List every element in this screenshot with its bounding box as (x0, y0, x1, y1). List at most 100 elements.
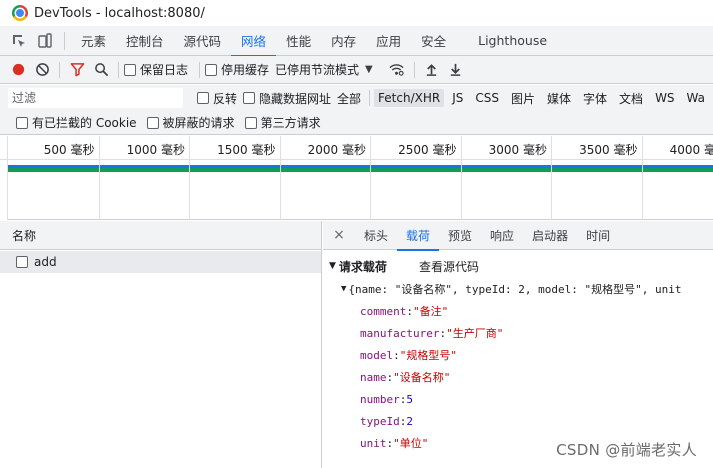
tab-4[interactable]: 性能 (276, 26, 321, 56)
payload-section-header[interactable]: ▼ 请求载荷 查看源代码 (323, 254, 713, 278)
payload-property[interactable]: typeId: 2 (323, 410, 713, 432)
property-key: model (360, 348, 394, 362)
detail-tabbar: × 标头 载荷 预览 响应 启动器 时间 (323, 221, 713, 251)
name-column-label: 名称 (12, 228, 37, 243)
network-conditions-icon[interactable] (385, 58, 409, 82)
timeline-gridline (279, 136, 281, 220)
triangle-down-icon[interactable]: ▼ (341, 284, 346, 294)
export-har-icon[interactable] (444, 58, 468, 82)
filter-type-1[interactable]: JS (448, 89, 467, 107)
tab-1[interactable]: 控制台 (116, 26, 174, 56)
filter-type-6[interactable]: 文档 (615, 88, 647, 109)
timeline-tick-label: 2500 毫秒 (398, 143, 457, 157)
toolbar-separator (199, 61, 201, 78)
import-har-icon[interactable] (420, 58, 444, 82)
triangle-down-icon[interactable]: ▼ (329, 261, 336, 271)
detail-tab-2[interactable]: 预览 (439, 221, 481, 250)
close-icon[interactable]: × (329, 227, 349, 243)
third-party-checkbox[interactable]: 第三方请求 (244, 114, 321, 131)
timeline-tick-label: 3500 毫秒 (579, 143, 638, 157)
request-detail-pane: × 标头 载荷 预览 响应 启动器 时间 ▼ 请求载荷 查看源代码 ▼ {name: "设… (323, 221, 713, 468)
payload-property[interactable]: manufacturer: "生产厂商" (323, 322, 713, 344)
property-key: manufacturer (360, 326, 440, 340)
property-colon: : (386, 436, 394, 450)
property-key: number (360, 392, 400, 406)
checkbox-box[interactable] (124, 63, 136, 76)
filter-type-0[interactable]: Fetch/XHR (374, 89, 445, 107)
timeline-tick-label: 2000 毫秒 (307, 143, 366, 157)
filter-type-7[interactable]: WS (651, 89, 678, 107)
request-row[interactable]: add (0, 251, 321, 273)
payload-object-summary[interactable]: ▼ {name: "设备名称", typeId: 2, model: "规格型号… (323, 278, 713, 300)
payload-property[interactable]: number: 5 (323, 388, 713, 410)
inspect-element-icon[interactable] (6, 26, 32, 56)
chrome-logo-icon (12, 5, 28, 21)
tab-0[interactable]: 元素 (71, 26, 116, 56)
checkbox-box[interactable] (244, 116, 257, 129)
timeline-ruler: 500 毫秒 1000 毫秒 1500 毫秒 2000 毫秒 2500 毫秒 3000 毫… (0, 136, 713, 160)
view-source-link[interactable]: 查看源代码 (419, 258, 479, 275)
throttling-select[interactable]: 已停用节流模式 (275, 61, 359, 78)
tab-2[interactable]: 源代码 (174, 26, 232, 56)
filter-type-all[interactable]: 全部 (337, 90, 361, 107)
timeline-overview[interactable]: 500 毫秒 1000 毫秒 1500 毫秒 2000 毫秒 2500 毫秒 3000 毫… (0, 136, 713, 220)
request-row-icon (16, 256, 28, 268)
filter-icon[interactable] (65, 58, 89, 82)
record-icon[interactable] (6, 58, 30, 82)
property-value: "规格型号" (399, 349, 457, 362)
hide-data-urls-label: 隐藏数据网址 (259, 91, 332, 106)
disable-cache-checkbox[interactable]: 停用缓存 (205, 61, 269, 78)
blocked-requests-checkbox[interactable]: 被屏蔽的请求 (146, 114, 235, 131)
timeline-gridline (98, 136, 100, 220)
checkbox-box[interactable] (243, 92, 256, 104)
checkbox-box[interactable] (146, 116, 159, 129)
detail-tab-1[interactable]: 载荷 (397, 221, 440, 251)
filter-type-5[interactable]: 字体 (579, 88, 611, 109)
filter-type-8[interactable]: Wa (683, 89, 709, 107)
detail-tab-4[interactable]: 启动器 (523, 221, 577, 250)
name-column-header[interactable]: 名称 (0, 221, 321, 250)
preserve-log-label: 保留日志 (140, 63, 189, 77)
checkbox-box[interactable] (205, 63, 218, 76)
payload-property[interactable]: name: "设备名称" (323, 366, 713, 388)
invert-checkbox[interactable]: 反转 (197, 90, 237, 107)
property-value: "设备名称" (393, 371, 451, 384)
checkbox-box[interactable] (197, 92, 209, 104)
tab-5[interactable]: 内存 (321, 26, 366, 56)
detail-tab-5[interactable]: 时间 (577, 221, 619, 250)
payload-property[interactable]: comment: "备注" (323, 300, 713, 322)
chevron-down-icon[interactable]: ▼ (365, 64, 373, 75)
devtools-tabbar: 元素 控制台 源代码 网络 性能 内存 应用 安全 Lighthouse (0, 26, 713, 57)
preserve-log-checkbox[interactable]: 保留日志 (124, 61, 188, 78)
tab-6[interactable]: 应用 (366, 26, 411, 56)
blocked-cookies-checkbox[interactable]: 有已拦截的 Cookie (16, 114, 137, 131)
filter-type-4[interactable]: 媒体 (543, 88, 575, 109)
tab-7[interactable]: 安全 (411, 26, 456, 56)
detail-tab-0[interactable]: 标头 (355, 221, 397, 250)
tab-8[interactable]: Lighthouse (456, 26, 557, 56)
property-value: 5 (406, 392, 413, 406)
property-colon: : (399, 392, 407, 406)
watermark: CSDN @前端老实人 (556, 441, 697, 459)
payload-property[interactable]: model: "规格型号" (323, 344, 713, 366)
property-key: name (360, 370, 387, 384)
property-value: "生产厂商" (446, 327, 504, 340)
property-colon: : (439, 326, 447, 340)
clear-icon[interactable] (30, 58, 54, 82)
hide-data-urls-checkbox[interactable]: 隐藏数据网址 (243, 90, 331, 107)
request-name: add (34, 255, 57, 269)
timeline-gridline (189, 136, 190, 220)
property-colon: : (386, 370, 394, 384)
detail-tab-3[interactable]: 响应 (481, 221, 523, 250)
property-key: typeId (360, 414, 400, 428)
search-icon[interactable] (89, 58, 113, 82)
blocked-requests-label: 被屏蔽的请求 (162, 116, 235, 130)
checkbox-box[interactable] (16, 116, 28, 129)
filter-type-3[interactable]: 图片 (507, 88, 539, 109)
property-value: 2 (406, 414, 413, 428)
device-toolbar-icon[interactable] (32, 26, 58, 56)
filter-type-2[interactable]: CSS (471, 89, 503, 107)
network-toolbar: 保留日志 停用缓存 已停用节流模式 ▼ (0, 56, 713, 84)
tab-3[interactable]: 网络 (231, 26, 277, 57)
filter-input[interactable] (8, 88, 183, 108)
